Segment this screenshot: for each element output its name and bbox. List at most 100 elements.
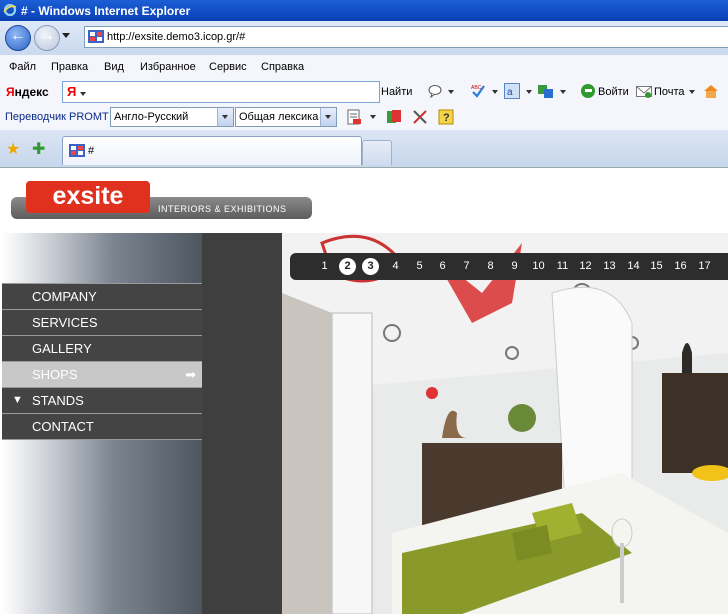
promt-direction-value: Англо-Русский (114, 111, 189, 123)
window-title-bar: # - Windows Internet Explorer (0, 0, 728, 21)
nav-label: CONTACT (32, 419, 94, 434)
svg-text:a: a (507, 87, 513, 98)
promt-dictionary-value: Общая лексика (239, 111, 319, 123)
triangle-down-icon: ▼ (12, 394, 23, 406)
menu-edit[interactable]: Правка (51, 61, 88, 73)
pager-item[interactable]: 9 (506, 258, 523, 275)
yandex-find-button[interactable]: Найти (381, 86, 412, 98)
page-favicon-icon (69, 144, 85, 157)
dictionary-icon[interactable] (386, 109, 402, 125)
pager-item[interactable]: 16 (672, 258, 689, 275)
yandex-logo-letter: Я (6, 85, 15, 99)
forward-button[interactable]: → (34, 25, 60, 51)
pager-item[interactable]: 14 (625, 258, 642, 275)
back-button[interactable]: ← (5, 25, 31, 51)
pager-item-active[interactable]: 3 (362, 258, 379, 275)
promt-label: Переводчик PROMT (5, 111, 109, 123)
site-nav: COMPANY SERVICES GALLERY SHOPS ➡ ▼ STANDS … (2, 283, 202, 440)
favorites-star-icon[interactable]: ★ (6, 139, 20, 159)
gallery-photo (282, 233, 728, 614)
svg-text:?: ? (443, 112, 450, 124)
chevron-down-icon[interactable] (560, 90, 566, 94)
translate-icon[interactable] (538, 83, 554, 99)
menu-tools[interactable]: Сервис (209, 61, 247, 73)
chevron-down-icon[interactable] (689, 90, 695, 94)
page-favicon-icon (88, 30, 104, 43)
chevron-down-icon[interactable] (370, 115, 376, 119)
chevron-down-icon[interactable] (320, 108, 336, 126)
pager-item[interactable]: 11 (554, 258, 571, 275)
address-toolbar: ← → http://exsite.demo3.icop.gr/# (0, 21, 728, 55)
menu-help[interactable]: Справка (261, 61, 304, 73)
yandex-login-button[interactable]: Войти (598, 86, 629, 98)
home-icon[interactable] (703, 83, 719, 99)
address-url: http://exsite.demo3.icop.gr/# (107, 31, 246, 43)
pager-item[interactable]: 7 (458, 258, 475, 275)
nav-item-gallery[interactable]: GALLERY (2, 335, 202, 361)
tab-current[interactable]: # (62, 136, 362, 165)
site-sidebar: COMPANY SERVICES GALLERY SHOPS ➡ ▼ STANDS … (2, 233, 202, 614)
menu-favorites[interactable]: Избранное (140, 61, 196, 73)
site-logo[interactable]: exsite (26, 181, 150, 213)
site-tagline: INTERIORS & EXHIBITIONS (158, 204, 287, 214)
pager-item[interactable]: 5 (411, 258, 428, 275)
site-header: INTERIORS & EXHIBITIONS exsite (0, 167, 728, 234)
menu-file[interactable]: Файл (9, 61, 36, 73)
gallery-pager: 1 2 3 4 5 6 7 8 9 10 11 12 13 14 15 16 1… (290, 253, 728, 280)
nav-item-stands[interactable]: ▼ STANDS (2, 387, 202, 413)
ie-icon (3, 3, 17, 17)
chevron-down-icon[interactable] (492, 90, 498, 94)
nav-label: SERVICES (32, 315, 98, 330)
promt-direction-select[interactable]: Англо-Русский (110, 107, 234, 127)
pager-item-active[interactable]: 2 (339, 258, 356, 275)
nav-item-shops[interactable]: SHOPS ➡ (2, 361, 202, 387)
tab-label: # (88, 145, 95, 157)
key-icon (581, 84, 595, 98)
chevron-down-icon[interactable] (448, 90, 454, 94)
yandex-logo[interactable]: Яндекс (6, 85, 49, 99)
pager-item[interactable]: 6 (434, 258, 451, 275)
history-dropdown-icon[interactable] (62, 33, 70, 38)
help-icon[interactable]: ? (438, 109, 454, 125)
yandex-mail-button[interactable]: Почта (654, 86, 685, 98)
settings-tools-icon[interactable] (412, 109, 428, 125)
pager-item[interactable]: 15 (648, 258, 665, 275)
chevron-down-icon[interactable] (526, 90, 532, 94)
yandex-logo-text: ндекс (14, 85, 49, 99)
document-translate-icon[interactable] (346, 109, 362, 125)
back-arrow-icon: ← (10, 27, 26, 44)
tab-bar: ★ ✚ # (0, 130, 728, 167)
address-bar[interactable]: http://exsite.demo3.icop.gr/# (84, 26, 728, 48)
chevron-down-icon[interactable] (80, 92, 86, 96)
pager-item[interactable]: 8 (482, 258, 499, 275)
pager-item[interactable]: 13 (601, 258, 618, 275)
content-gutter (202, 233, 282, 614)
window-title: # - Windows Internet Explorer (21, 4, 191, 18)
nav-item-contact[interactable]: CONTACT (2, 413, 202, 440)
pager-item[interactable]: 4 (387, 258, 404, 275)
pager-item[interactable]: 1 (316, 258, 333, 275)
speech-bubble-icon[interactable] (427, 83, 443, 99)
pager-item[interactable]: 12 (577, 258, 594, 275)
chevron-down-icon[interactable] (217, 108, 233, 126)
yandex-toolbar: Яндекс Я Найти ABC a Войти Почта (0, 79, 728, 105)
yandex-search-input[interactable]: Я (62, 81, 380, 103)
translate-page-icon[interactable]: a (504, 83, 520, 99)
svg-text:ABC: ABC (471, 85, 482, 91)
nav-label: STANDS (32, 393, 84, 408)
spellcheck-icon[interactable]: ABC (470, 83, 486, 99)
nav-label: GALLERY (32, 341, 92, 356)
nav-label: SHOPS (32, 367, 78, 382)
arrow-right-icon: ➡ (185, 367, 196, 382)
new-tab-button[interactable] (362, 140, 392, 165)
menu-view[interactable]: Вид (104, 61, 124, 73)
nav-item-company[interactable]: COMPANY (2, 283, 202, 309)
promt-toolbar: Переводчик PROMT Англо-Русский Общая лек… (0, 105, 728, 131)
yandex-input-logo: Я (67, 84, 77, 99)
add-favorite-icon[interactable]: ✚ (32, 139, 45, 159)
nav-label: COMPANY (32, 289, 97, 304)
nav-item-services[interactable]: SERVICES (2, 309, 202, 335)
pager-item[interactable]: 17 (696, 258, 713, 275)
promt-dictionary-select[interactable]: Общая лексика (235, 107, 337, 127)
pager-item[interactable]: 10 (530, 258, 547, 275)
